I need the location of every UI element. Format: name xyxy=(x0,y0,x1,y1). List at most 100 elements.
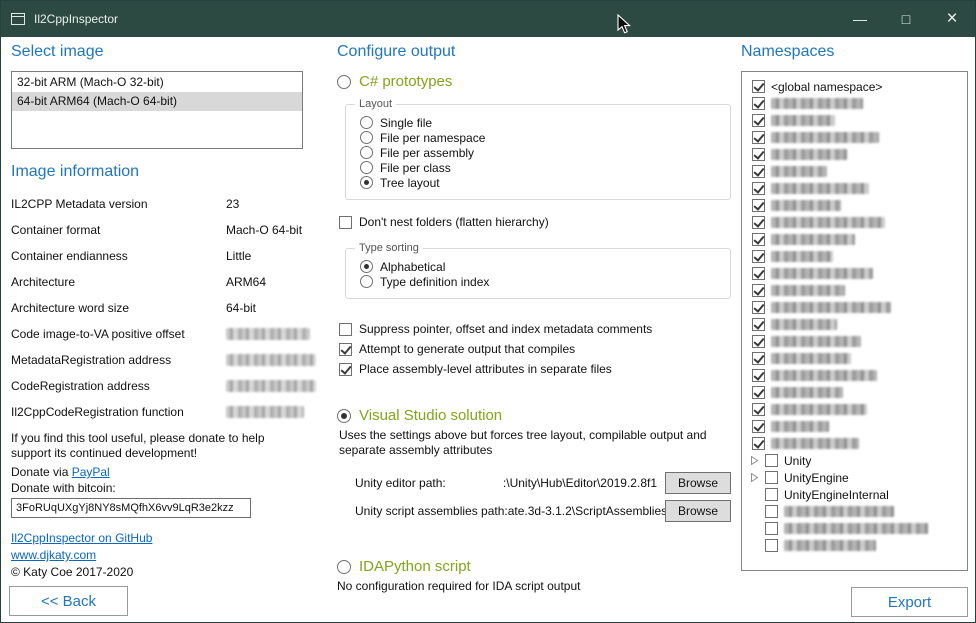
namespace-row-redacted[interactable] xyxy=(744,180,965,197)
namespace-checkbox[interactable] xyxy=(752,335,765,348)
bitcoin-address-field[interactable] xyxy=(11,498,251,518)
file-per-assembly-radio[interactable] xyxy=(360,146,373,159)
separate-attributes-checkbox[interactable] xyxy=(339,363,352,376)
namespace-row-redacted[interactable] xyxy=(744,265,965,282)
image-item-32bit[interactable]: 32-bit ARM (Mach-O 32-bit) xyxy=(12,73,302,92)
namespace-checkbox[interactable] xyxy=(752,318,765,331)
website-link[interactable]: www.djkaty.com xyxy=(11,547,303,564)
export-button[interactable]: Export xyxy=(851,587,968,617)
namespace-checkbox[interactable] xyxy=(765,505,778,518)
namespace-row-redacted[interactable] xyxy=(744,537,965,554)
namespace-row-redacted[interactable] xyxy=(744,112,965,129)
csharp-label[interactable]: C# prototypes xyxy=(359,73,452,90)
option-label[interactable]: Alphabetical xyxy=(380,260,445,274)
layout-option-tree-layout[interactable]: Tree layout xyxy=(346,175,730,190)
file-per-namespace-radio[interactable] xyxy=(360,131,373,144)
compilable-output-checkbox-row[interactable]: Attempt to generate output that compiles xyxy=(339,341,731,357)
output-option-visual-studio[interactable]: Visual Studio solution xyxy=(337,407,731,424)
namespace-row-redacted[interactable] xyxy=(744,367,965,384)
layout-option-file-per-assembly[interactable]: File per assembly xyxy=(346,145,730,160)
file-per-class-radio[interactable] xyxy=(360,161,373,174)
suppress-metadata-checkbox-row[interactable]: Suppress pointer, offset and index metad… xyxy=(339,321,731,337)
namespace-row-unityengineinternal[interactable]: UnityEngineInternal xyxy=(744,486,965,503)
namespace-row-unityengine[interactable]: UnityEngine xyxy=(744,469,965,486)
namespace-row-redacted[interactable] xyxy=(744,316,965,333)
namespace-row-redacted[interactable] xyxy=(744,95,965,112)
namespace-checkbox[interactable] xyxy=(765,539,778,552)
namespace-checkbox[interactable] xyxy=(752,386,765,399)
namespace-row-redacted[interactable] xyxy=(744,163,965,180)
back-button[interactable]: << Back xyxy=(9,586,128,616)
option-label[interactable]: Tree layout xyxy=(380,176,440,190)
csharp-radio[interactable] xyxy=(337,75,351,89)
unityengine-checkbox[interactable] xyxy=(765,471,778,484)
expand-icon[interactable] xyxy=(750,473,759,482)
unity-checkbox[interactable] xyxy=(765,454,778,467)
namespace-row-unity[interactable]: Unity xyxy=(744,452,965,469)
namespace-row-global[interactable]: <global namespace> xyxy=(744,78,965,95)
namespace-row-redacted[interactable] xyxy=(744,231,965,248)
compilable-output-checkbox[interactable] xyxy=(339,343,352,356)
idapython-radio[interactable] xyxy=(337,560,351,574)
output-option-csharp[interactable]: C# prototypes xyxy=(337,73,731,90)
checkbox-label[interactable]: Place assembly-level attributes in separ… xyxy=(359,362,612,376)
namespace-checkbox[interactable] xyxy=(752,216,765,229)
namespace-checkbox[interactable] xyxy=(752,182,765,195)
namespace-checkbox[interactable] xyxy=(752,420,765,433)
option-label[interactable]: File per namespace xyxy=(380,131,485,145)
suppress-metadata-checkbox[interactable] xyxy=(339,323,352,336)
namespace-checkbox[interactable] xyxy=(752,250,765,263)
github-link[interactable]: Il2CppInspector on GitHub xyxy=(11,530,303,547)
namespace-row-redacted[interactable] xyxy=(744,214,965,231)
visual-studio-label[interactable]: Visual Studio solution xyxy=(359,407,502,424)
namespace-row-redacted[interactable] xyxy=(744,146,965,163)
flatten-hierarchy-checkbox[interactable] xyxy=(339,216,352,229)
global-namespace-checkbox[interactable] xyxy=(752,80,765,93)
sorting-option-alphabetical[interactable]: Alphabetical xyxy=(346,259,730,274)
option-label[interactable]: File per class xyxy=(380,161,451,175)
namespace-label[interactable]: <global namespace> xyxy=(771,80,882,94)
option-label[interactable]: Single file xyxy=(380,116,432,130)
namespace-row-redacted[interactable] xyxy=(744,384,965,401)
namespace-checkbox[interactable] xyxy=(752,199,765,212)
unityengineinternal-checkbox[interactable] xyxy=(765,488,778,501)
minimize-icon[interactable]: — xyxy=(837,1,883,37)
option-label[interactable]: File per assembly xyxy=(380,146,474,160)
expand-icon[interactable] xyxy=(750,456,759,465)
namespace-row-redacted[interactable] xyxy=(744,333,965,350)
namespace-row-redacted[interactable] xyxy=(744,129,965,146)
namespace-row-redacted[interactable] xyxy=(744,520,965,537)
namespace-row-redacted[interactable] xyxy=(744,401,965,418)
namespace-checkbox[interactable] xyxy=(752,165,765,178)
namespace-row-redacted[interactable] xyxy=(744,299,965,316)
namespace-checkbox[interactable] xyxy=(752,267,765,280)
namespace-checkbox[interactable] xyxy=(752,284,765,297)
namespace-label[interactable]: Unity xyxy=(784,454,811,468)
close-icon[interactable]: × xyxy=(929,1,975,37)
checkbox-label[interactable]: Suppress pointer, offset and index metad… xyxy=(359,322,652,336)
namespace-checkbox[interactable] xyxy=(752,97,765,110)
namespace-checkbox[interactable] xyxy=(752,369,765,382)
image-listbox[interactable]: 32-bit ARM (Mach-O 32-bit) 64-bit ARM64 … xyxy=(11,71,303,149)
separate-attributes-checkbox-row[interactable]: Place assembly-level attributes in separ… xyxy=(339,361,731,377)
output-option-idapython[interactable]: IDAPython script xyxy=(337,558,731,575)
namespace-row-redacted[interactable] xyxy=(744,197,965,214)
alphabetical-radio[interactable] xyxy=(360,260,373,273)
namespace-checkbox[interactable] xyxy=(752,148,765,161)
namespace-row-redacted[interactable] xyxy=(744,418,965,435)
visual-studio-radio[interactable] xyxy=(337,409,351,423)
sorting-option-type-definition-index[interactable]: Type definition index xyxy=(346,274,730,289)
namespace-row-redacted[interactable] xyxy=(744,282,965,299)
checkbox-label[interactable]: Don't nest folders (flatten hierarchy) xyxy=(359,215,549,229)
flatten-hierarchy-checkbox-row[interactable]: Don't nest folders (flatten hierarchy) xyxy=(339,214,731,230)
idapython-label[interactable]: IDAPython script xyxy=(359,558,471,575)
browse-script-path-button[interactable]: Browse xyxy=(665,500,731,522)
namespace-row-redacted[interactable] xyxy=(744,503,965,520)
checkbox-label[interactable]: Attempt to generate output that compiles xyxy=(359,342,575,356)
namespace-checkbox[interactable] xyxy=(752,352,765,365)
namespace-row-redacted[interactable] xyxy=(744,248,965,265)
layout-option-single-file[interactable]: Single file xyxy=(346,115,730,130)
type-definition-index-radio[interactable] xyxy=(360,275,373,288)
namespace-row-redacted[interactable] xyxy=(744,350,965,367)
namespace-checkbox[interactable] xyxy=(752,233,765,246)
